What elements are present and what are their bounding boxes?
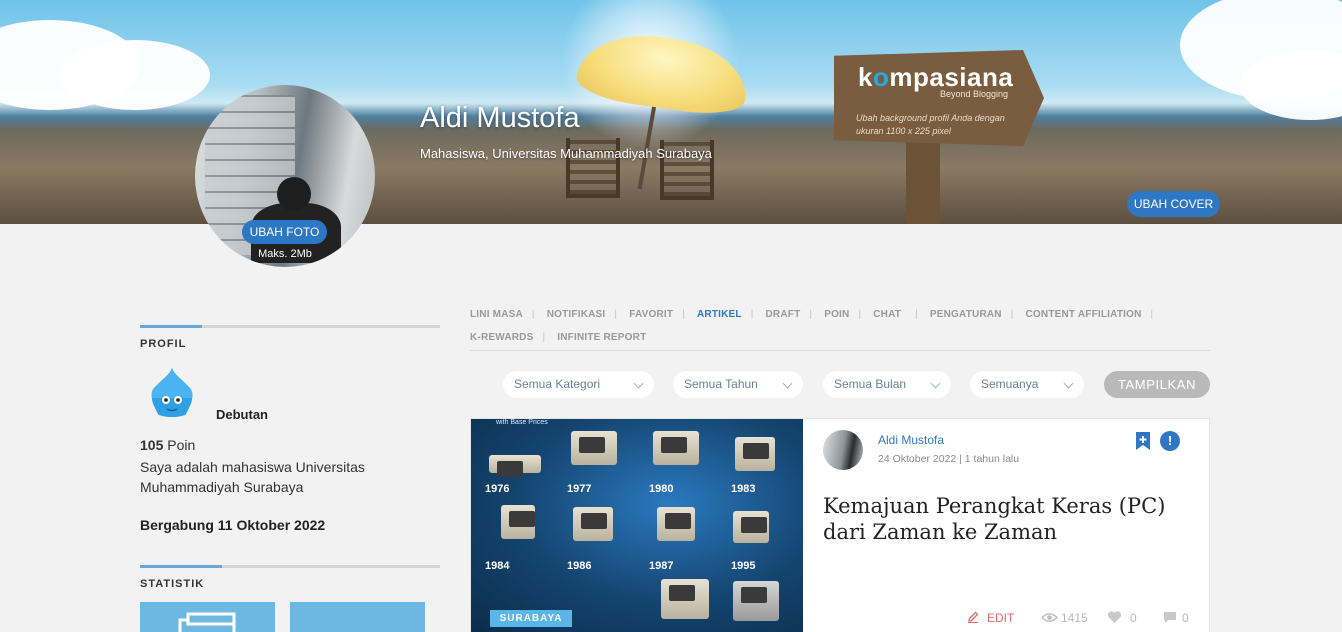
cloud <box>60 40 210 110</box>
nav-separator: | <box>915 309 918 320</box>
profile-section-title: PROFIL <box>140 338 187 350</box>
tab-poin[interactable]: POIN <box>824 303 849 326</box>
chevron-down-icon <box>782 378 793 389</box>
points: 105 Poin <box>140 437 196 453</box>
tab-pengaturan[interactable]: PENGATURAN <box>930 303 1002 326</box>
photo-size-limit: Maks. 2Mb <box>258 248 312 260</box>
computer-image <box>573 507 613 541</box>
stats-divider <box>140 565 440 568</box>
year-label: 1980 <box>649 483 674 495</box>
bookmark-add-icon[interactable] <box>1135 431 1151 451</box>
avatar-person-head <box>277 177 311 211</box>
author-name[interactable]: Aldi Mustofa <box>878 433 944 447</box>
nav-separator: | <box>682 309 685 320</box>
likes-value: 0 <box>1130 611 1137 625</box>
stat-box-stats <box>290 602 425 632</box>
nav-separator: | <box>531 309 535 320</box>
show-button[interactable]: TAMPILKAN <box>1104 371 1210 398</box>
year-label: 1976 <box>485 483 510 495</box>
views-count: 1415 <box>1041 611 1088 625</box>
article-title[interactable]: Kemajuan Perangkat Keras (PC) dari Zaman… <box>823 493 1183 545</box>
tab-lini-masa[interactable]: LINI MASA <box>470 303 523 326</box>
edit-button[interactable]: EDIT <box>967 611 1014 625</box>
type-select-value: Semuanya <box>981 377 1039 391</box>
change-cover-button[interactable]: UBAH COVER <box>1127 191 1220 217</box>
computer-image <box>733 511 769 543</box>
year-label: 1977 <box>567 483 592 495</box>
edit-label: EDIT <box>987 611 1015 625</box>
month-select-value: Semua Bulan <box>834 377 907 391</box>
computer-image <box>735 437 775 471</box>
joined-date: Bergabung 11 Oktober 2022 <box>140 517 326 533</box>
cover-size-note: Ubah background profil Anda dengan ukura… <box>856 113 1005 136</box>
comments-value: 0 <box>1182 611 1189 625</box>
tab-draft[interactable]: DRAFT <box>766 303 801 326</box>
likes-count[interactable]: 0 <box>1107 611 1137 625</box>
nav-separator: | <box>1150 309 1154 320</box>
year-label: 1984 <box>485 560 510 572</box>
computer-image <box>733 581 779 621</box>
computer-image <box>489 455 541 477</box>
nav-separator: | <box>809 309 813 320</box>
eye-icon <box>1041 613 1058 622</box>
rank-droplet-icon <box>151 368 193 417</box>
category-badge[interactable]: SURABAYA <box>490 610 572 627</box>
tab-chat[interactable]: CHAT <box>873 303 901 326</box>
tab-infinite-report[interactable]: INFINITE REPORT <box>557 326 646 349</box>
month-select[interactable]: Semua Bulan <box>823 371 951 398</box>
year-label: 1983 <box>731 483 756 495</box>
thumbnail-caption: with Base Prices <box>496 419 548 426</box>
author-avatar[interactable] <box>823 430 863 470</box>
profile-nav: LINI MASA | NOTIFIKASI | FAVORIT | ARTIKEL |… <box>470 303 1210 349</box>
year-select[interactable]: Semua Tahun <box>673 371 803 398</box>
stat-box-articles <box>140 602 275 632</box>
profile-name: Aldi Mustofa <box>420 102 580 134</box>
year-label: 1986 <box>567 560 592 572</box>
report-icon[interactable]: ! <box>1160 431 1180 451</box>
computer-image <box>661 579 709 619</box>
signpost <box>906 140 940 224</box>
tab-notifikasi[interactable]: NOTIFIKASI <box>547 303 606 326</box>
year-label: 1995 <box>731 560 756 572</box>
computer-image <box>657 507 695 541</box>
type-select[interactable]: Semuanya <box>970 371 1084 398</box>
tab-k-rewards[interactable]: K-REWARDS <box>470 326 533 349</box>
comments-count[interactable]: 0 <box>1163 611 1189 625</box>
computer-image <box>501 505 535 539</box>
document-icon <box>178 612 236 632</box>
category-select-value: Semua Kategori <box>514 377 601 391</box>
rank-label: Debutan <box>216 407 268 422</box>
nav-separator: | <box>1010 309 1014 320</box>
nav-separator: | <box>542 332 546 343</box>
nav-divider <box>470 350 1210 351</box>
views-value: 1415 <box>1061 611 1088 625</box>
tab-artikel[interactable]: ARTIKEL <box>697 303 742 326</box>
logo-tagline: Beyond Blogging <box>940 89 1009 99</box>
chevron-down-icon <box>633 378 644 389</box>
nav-separator: | <box>858 309 862 320</box>
computer-image <box>571 431 617 465</box>
chevron-down-icon <box>930 378 941 389</box>
tab-favorit[interactable]: FAVORIT <box>629 303 673 326</box>
heart-icon <box>1107 611 1122 623</box>
pencil-icon <box>968 611 979 623</box>
computer-image <box>653 431 699 465</box>
stats-section-title: STATISTIK <box>140 578 205 590</box>
year-label: 1987 <box>649 560 674 572</box>
profile-subtitle: Mahasiswa, Universitas Muhammadiyah Sura… <box>420 146 712 161</box>
year-select-value: Semua Tahun <box>684 377 758 391</box>
chevron-down-icon <box>1063 378 1074 389</box>
comment-icon <box>1164 612 1176 623</box>
change-photo-button[interactable]: UBAH FOTO <box>242 220 327 244</box>
article-date: 24 Oktober 2022 | 1 tahun lalu <box>878 453 1020 465</box>
nav-separator: | <box>750 309 754 320</box>
profile-bio: Saya adalah mahasiswa Universitas Muhamm… <box>140 459 365 495</box>
profile-divider <box>140 325 440 328</box>
tab-content-affiliation[interactable]: CONTENT AFFILIATION <box>1026 303 1142 326</box>
category-select[interactable]: Semua Kategori <box>503 371 654 398</box>
article-thumbnail[interactable]: with Base Prices 1976 1977 1980 1983 198… <box>471 419 803 632</box>
nav-separator: | <box>614 309 618 320</box>
